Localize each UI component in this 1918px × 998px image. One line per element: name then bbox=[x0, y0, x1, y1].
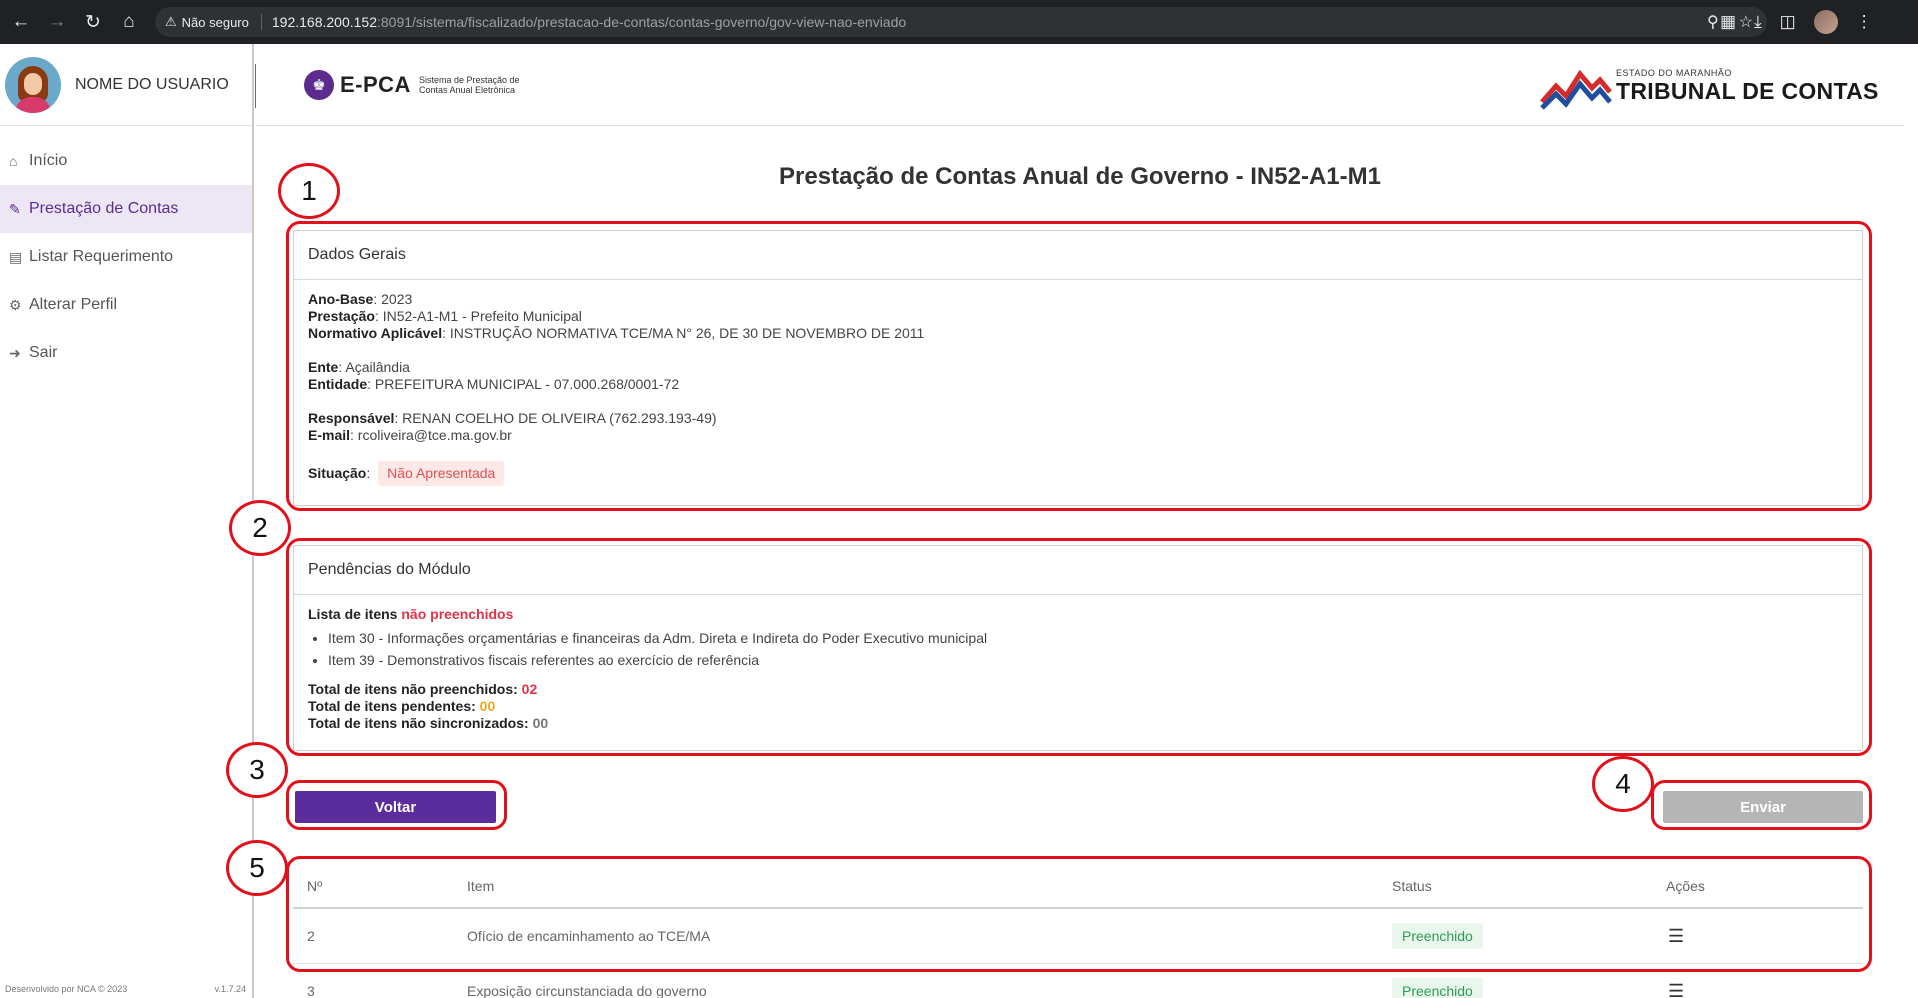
credits: Desenvolvido por NCA © 2023 bbox=[5, 984, 128, 994]
menu-icon[interactable]: ☰ bbox=[1666, 981, 1684, 998]
sidebar-item-listar[interactable]: ▤ Listar Requerimento bbox=[0, 233, 252, 281]
annotation-marker-4: 4 bbox=[1592, 756, 1654, 812]
row-item: Exposição circunstanciada do governo bbox=[467, 983, 707, 998]
sidebar-item-label: Início bbox=[29, 152, 68, 169]
document-icon: ▤ bbox=[9, 248, 23, 265]
tce-logo: ESTADO DO MARANHÃO TRIBUNAL DE CONTAS bbox=[1540, 62, 1879, 110]
profile-avatar[interactable] bbox=[1813, 10, 1838, 34]
annotation-box-5 bbox=[286, 856, 1872, 972]
browser-toolbar: ← → ↻ ⌂ ⚠ Não seguro 192.168.200.152:809… bbox=[0, 0, 1918, 44]
back-icon[interactable]: ← bbox=[6, 7, 36, 37]
warning-icon: ⚠ bbox=[165, 14, 177, 29]
sidebar-item-prestacao[interactable]: ✎ Prestação de Contas bbox=[0, 185, 252, 233]
annotation-box-2 bbox=[286, 538, 1872, 756]
more-menu-icon[interactable]: ⋮ bbox=[1856, 12, 1873, 32]
sidebar-item-label: Listar Requerimento bbox=[29, 248, 174, 265]
row-no: 3 bbox=[307, 983, 315, 998]
home-icon: ⌂ bbox=[9, 153, 18, 169]
annotation-box-3 bbox=[286, 780, 507, 830]
app-subtitle-1: Sistema de Prestação de bbox=[418, 75, 520, 85]
logout-icon: ➜ bbox=[9, 344, 21, 361]
sidebar-item-label: Sair bbox=[29, 344, 58, 361]
address-bar[interactable]: ⚠ Não seguro 192.168.200.152:8091/sistem… bbox=[155, 7, 1767, 37]
zoom-icon[interactable]: ⚲ bbox=[1707, 12, 1719, 32]
sidepanel-icon[interactable]: ◫ bbox=[1780, 12, 1796, 32]
user-gear-icon: ⚙ bbox=[9, 296, 22, 313]
version: v.1.7.24 bbox=[214, 984, 246, 994]
annotation-box-1 bbox=[286, 221, 1872, 511]
org-name: TRIBUNAL DE CONTAS bbox=[1616, 77, 1879, 104]
epca-logo-icon: ♚ bbox=[304, 70, 334, 100]
tce-logo-icon bbox=[1540, 69, 1612, 110]
sidebar-item-label: Alterar Perfil bbox=[29, 296, 118, 313]
extensions-icon[interactable]: ▦ bbox=[1720, 12, 1736, 32]
status-badge: Preenchido bbox=[1392, 978, 1483, 998]
annotation-marker-3: 3 bbox=[226, 742, 288, 798]
org-state: ESTADO DO MARANHÃO bbox=[1616, 67, 1732, 78]
sidebar-item-inicio[interactable]: ⌂ Início bbox=[0, 137, 252, 185]
user-name: NOME DO USUARIO bbox=[75, 75, 229, 93]
annotation-marker-5: 5 bbox=[226, 840, 288, 896]
sidebar-item-label: Prestação de Contas bbox=[29, 200, 179, 217]
avatar bbox=[5, 56, 61, 113]
app-name: E-PCA bbox=[340, 72, 411, 97]
forward-icon[interactable]: → bbox=[42, 7, 72, 37]
url-path: :8091/sistema/fiscalizado/prestacao-de-c… bbox=[376, 14, 907, 30]
app-subtitle-2: Contas Anual Eletrônica bbox=[418, 85, 516, 95]
annotation-box-4 bbox=[1651, 780, 1872, 830]
download-icon[interactable]: ⤓ bbox=[1754, 12, 1762, 32]
user-block: NOME DO USUARIO bbox=[0, 44, 252, 126]
app-header: ♚ E-PCA Sistema de Prestação de Contas A… bbox=[256, 44, 1904, 126]
page-title: Prestação de Contas Anual de Governo - I… bbox=[779, 163, 1381, 190]
home-browser-icon[interactable]: ⌂ bbox=[114, 7, 144, 37]
security-chip[interactable]: ⚠ Não seguro bbox=[165, 14, 262, 30]
security-label: Não seguro bbox=[181, 14, 249, 30]
epca-logo: ♚ E-PCA Sistema de Prestação de Contas A… bbox=[304, 70, 520, 100]
user-edit-icon: ✎ bbox=[9, 200, 21, 217]
annotation-marker-1: 1 bbox=[278, 163, 340, 219]
sidebar-footer: Desenvolvido por NCA © 2023 v.1.7.24 bbox=[5, 984, 246, 994]
url-host: 192.168.200.152 bbox=[271, 14, 377, 30]
sidebar: NOME DO USUARIO ⌂ Início ✎ Prestação de … bbox=[0, 44, 254, 998]
sidebar-item-sair[interactable]: ➜ Sair bbox=[0, 329, 252, 377]
sidebar-item-perfil[interactable]: ⚙ Alterar Perfil bbox=[0, 281, 252, 329]
annotation-marker-2: 2 bbox=[229, 500, 291, 556]
reload-icon[interactable]: ↻ bbox=[78, 7, 108, 37]
